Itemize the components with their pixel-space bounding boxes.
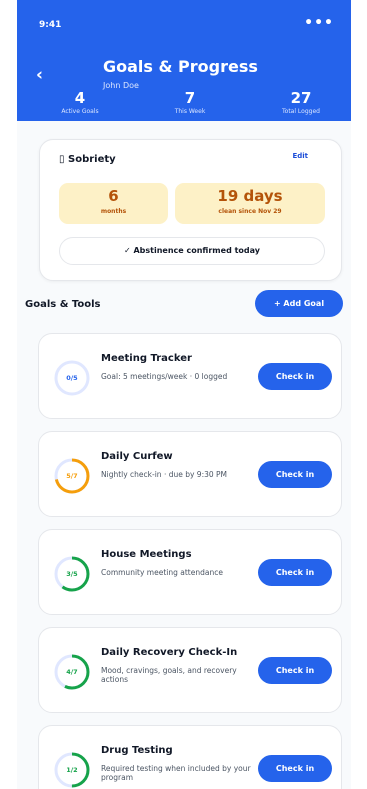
check-in-button[interactable]: Check in: [258, 657, 332, 684]
check-icon: ✓: [123, 246, 131, 255]
sobriety-title: ▯ Sobriety: [59, 154, 116, 165]
days-value: 19 days: [217, 187, 283, 205]
check-in-button[interactable]: Check in: [258, 461, 332, 488]
stat-this-week: 7 This Week: [155, 89, 225, 116]
goal-description: Mood, cravings, goals, and recovery acti…: [101, 666, 237, 684]
header: 9:41 ••• ‹ Goals & Progress John Doe 4 A…: [17, 0, 351, 121]
sobriety-card: ▯ Sobriety Edit 6 months 19 days clean s…: [39, 139, 342, 281]
goal-card: 5/7 Daily Curfew Nightly check-in · due by…: [38, 431, 342, 517]
app-screen: 9:41 ••• ‹ Goals & Progress John Doe 4 A…: [17, 0, 351, 789]
page-title: Goals & Progress: [103, 57, 258, 76]
more-menu-icon[interactable]: •••: [304, 15, 334, 31]
goal-name: Drug Testing: [101, 745, 173, 756]
progress-label: 1/2: [66, 766, 78, 774]
months-label: months: [100, 208, 127, 215]
check-in-button[interactable]: Check in: [258, 559, 332, 586]
months-value: 6: [108, 187, 119, 205]
goal-name: Meeting Tracker: [101, 353, 192, 364]
back-button[interactable]: ‹: [36, 66, 50, 84]
goal-card: 4/7 Daily Recovery Check-In Mood, cravings…: [38, 627, 342, 713]
goal-description: Required testing when included by your p…: [101, 764, 251, 782]
edit-sobriety-button[interactable]: Edit: [292, 152, 308, 160]
goal-card: 1/2 Drug Testing Required testing when inc…: [38, 725, 342, 789]
stat-label: Active Goals: [61, 108, 99, 115]
user-name: John Doe: [103, 81, 139, 90]
goal-description: Community meeting attendance: [101, 568, 223, 577]
goal-description: Nightly check-in · due by 9:30 PM: [101, 470, 228, 479]
sobriety-icon: ▯: [59, 154, 65, 165]
section-title: Goals & Tools: [25, 299, 101, 310]
goal-name: Daily Recovery Check-In: [101, 647, 238, 658]
progress-label: 0/5: [66, 374, 78, 382]
check-in-button[interactable]: Check in: [258, 755, 332, 782]
goal-name: House Meetings: [101, 549, 192, 560]
days-badge: 19 days clean since Nov 29: [175, 183, 325, 224]
goal-description: Goal: 5 meetings/week · 0 logged: [101, 372, 228, 381]
days-label: clean since Nov 29: [218, 208, 282, 215]
abstinence-confirm-button[interactable]: ✓ Abstinence confirmed today: [59, 237, 325, 265]
goal-name: Daily Curfew: [101, 451, 173, 462]
status-time: 9:41: [39, 20, 62, 30]
progress-label: 3/5: [66, 570, 78, 578]
stat-active-goals: 4 Active Goals: [45, 89, 115, 116]
stat-value: 4: [74, 89, 86, 107]
sobriety-title-text: Sobriety: [68, 154, 116, 165]
goal-card: 3/5 House Meetings Community meeting atten…: [38, 529, 342, 615]
progress-label: 4/7: [66, 668, 78, 676]
stat-total-logged: 27 Total Logged: [266, 89, 336, 116]
stat-label: This Week: [174, 108, 206, 115]
check-in-button[interactable]: Check in: [258, 363, 332, 390]
months-badge: 6 months: [59, 183, 168, 224]
stat-label: Total Logged: [282, 108, 320, 115]
goal-card: 0/5 Meeting Tracker Goal: 5 meetings/week …: [38, 333, 342, 419]
abstinence-confirm-label: Abstinence confirmed today: [133, 246, 260, 255]
stat-value: 27: [290, 89, 312, 107]
add-goal-button[interactable]: + Add Goal: [255, 290, 343, 317]
progress-label: 5/7: [66, 472, 78, 480]
stat-value: 7: [184, 89, 196, 107]
